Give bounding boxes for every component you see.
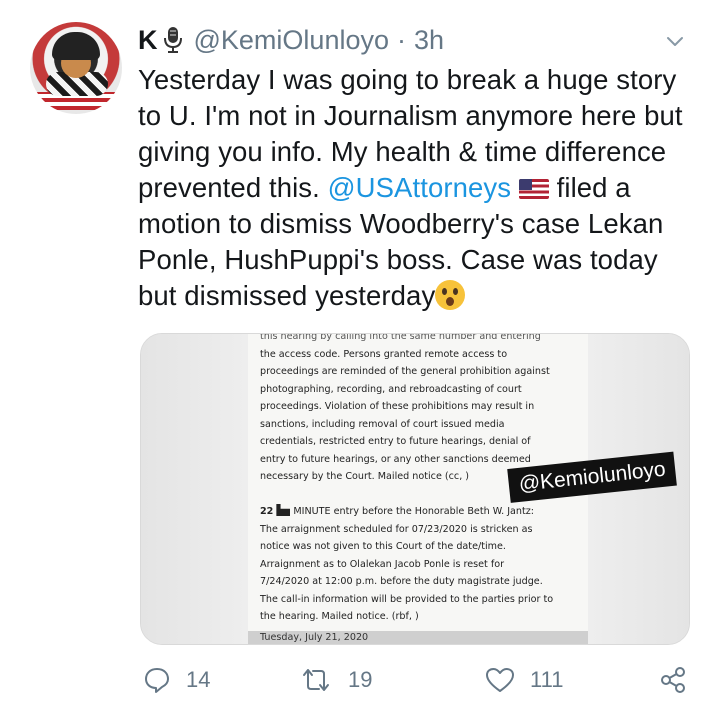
tweet[interactable]: K @KemiOlunloyo · 3h Yesterday I was goi… — [0, 0, 720, 704]
share-icon — [661, 667, 685, 693]
document-icon — [276, 504, 291, 516]
doc-line: 7/24/2020 at 12:00 p.m. before the duty … — [260, 576, 543, 587]
tweet-line: but dismissed yesterday — [138, 278, 708, 314]
reply-icon — [145, 668, 169, 693]
tweet-media-image[interactable]: this hearing by calling into the same nu… — [140, 333, 690, 645]
doc-entry-first-line: 22 MINUTE entry before the Honorable Beth… — [260, 503, 580, 521]
tweet-text: Yesterday I was going to break a huge st… — [138, 62, 708, 314]
tweet-header: K @KemiOlunloyo · 3h — [138, 22, 444, 58]
doc-line: the hearing. Mailed notice. (rbf, ) — [260, 611, 419, 622]
astonished-face-icon — [435, 280, 466, 310]
heart-icon — [486, 668, 514, 692]
tweet-line: to U. I'm not in Journalism anymore here… — [138, 100, 683, 131]
tweet-actions: 14 19 111 — [0, 660, 720, 700]
tweet-line-post: filed a — [548, 172, 631, 203]
doc-line: entry to future hearings, or any other s… — [260, 453, 531, 465]
share-button[interactable] — [658, 660, 688, 700]
tweet-line: prevented this. @USAttorneys filed a — [138, 170, 708, 206]
tweet-line-pre: prevented this. — [138, 172, 328, 203]
doc-line: proceedings. Violation of these prohibit… — [260, 401, 535, 412]
retweet-button[interactable]: 19 — [298, 660, 372, 700]
display-name[interactable]: K — [138, 25, 158, 56]
doc-line: proceedings are reminded of the general … — [260, 366, 550, 377]
separator-dot: · — [397, 24, 406, 55]
entry-number: 22 — [260, 506, 274, 517]
tweet-line-text: but dismissed yesterday — [138, 280, 436, 311]
reply-count: 14 — [186, 667, 211, 692]
reply-button[interactable]: 14 — [142, 660, 210, 700]
doc-line: credentials, restricted entry to future … — [260, 436, 531, 447]
mention-link[interactable]: @USAttorneys — [328, 172, 511, 203]
tweet-line: motion to dismiss Woodberry's case Lekan — [138, 208, 664, 239]
chevron-down-icon[interactable] — [664, 30, 686, 52]
user-handle[interactable]: @KemiOlunloyo — [194, 25, 390, 56]
doc-line: photographing, recording, and rebroadcas… — [260, 383, 522, 395]
doc-line: this hearing by calling into the same nu… — [260, 333, 541, 342]
tweet-line: giving you info. My health & time differ… — [138, 136, 667, 167]
doc-line: The call-in information will be provided… — [260, 593, 554, 605]
doc-line: Arraignment as to Olalekan Jacob Ponle i… — [260, 558, 505, 570]
doc-line: the access code. Persons granted remote … — [260, 348, 508, 360]
tweet-line: Yesterday I was going to break a huge st… — [138, 64, 677, 95]
avatar[interactable] — [30, 22, 122, 114]
doc-line: sanctions, including removal of court is… — [260, 418, 505, 430]
timestamp[interactable]: 3h — [414, 25, 444, 56]
doc-date-header: Tuesday, July 21, 2020 — [260, 632, 369, 643]
avatar-hat — [52, 32, 100, 60]
like-button[interactable]: 111 — [484, 660, 563, 700]
doc-line: The arraignment scheduled for 07/23/2020… — [260, 523, 533, 535]
doc-line: notice was not given to this Court of th… — [260, 541, 506, 552]
us-flag-icon — [518, 179, 549, 199]
like-count: 111 — [530, 667, 564, 692]
retweet-icon — [303, 669, 329, 691]
tweet-line: Ponle, HushPuppi's boss. Case was today — [138, 244, 658, 275]
entry-first-line-text: MINUTE entry before the Honorable Beth W… — [293, 506, 535, 517]
microphone-icon — [162, 25, 184, 55]
media-blur-left — [141, 334, 248, 644]
retweet-count: 19 — [348, 667, 373, 692]
